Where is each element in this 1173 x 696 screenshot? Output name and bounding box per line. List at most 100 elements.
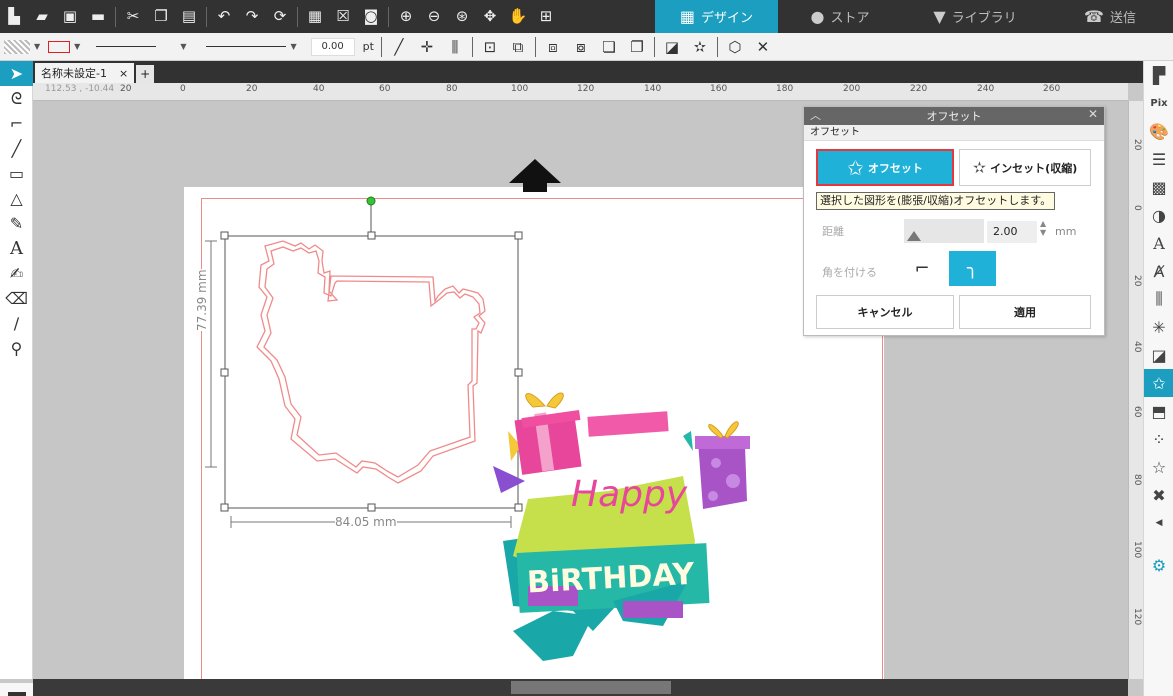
edit-points-icon[interactable]: ᘓ [0,86,33,111]
round-corner-icon[interactable]: ╮ [949,251,996,286]
deselect-icon[interactable]: ☒ [333,7,353,27]
line-tool-icon[interactable]: ╱ [0,136,33,161]
replicate-panel-icon[interactable]: ◪ [1144,341,1173,369]
knife-tool-icon[interactable]: ⌐ [0,111,33,136]
offset-star-icon[interactable]: ✫ [689,36,711,58]
draw-line-icon[interactable]: ╱ [388,36,410,58]
library-icon: ▼ [933,7,946,26]
rectangle-tool-icon[interactable]: ▭ [0,161,33,186]
panel-titlebar[interactable]: ︿ オフセット ✕ [804,107,1104,125]
zoom-in-icon[interactable]: ⊕ [396,7,416,27]
ruler-tick-label: 260 [1043,84,1061,94]
ruler-tick-label: 180 [776,84,794,94]
fit-page-icon[interactable]: ⊞ [536,7,556,27]
pan-hand-icon[interactable]: ✋ [508,7,528,27]
print-icon[interactable]: ▬ [88,7,108,27]
transform-icon[interactable]: ✳ [1144,313,1173,341]
zoom-selection-icon[interactable]: ⊛ [452,7,472,27]
paste-icon[interactable]: ▤ [179,7,199,27]
cut-icon[interactable]: ✂ [123,7,143,27]
artwork-text-happy: Happy [571,474,688,515]
bring-front-icon[interactable]: ⧈ [542,36,564,58]
open-folder-icon[interactable]: ▰ [32,7,52,27]
sharp-corner-icon[interactable]: ⌐ [907,251,937,286]
distance-stepper[interactable]: ▲ ▼ [1040,219,1046,237]
sketch-tool-icon[interactable]: ✍ [0,261,33,286]
tab-send[interactable]: ☎ 送信 [1050,0,1170,33]
cancel-button[interactable]: キャンセル [816,295,954,329]
text-tool-icon[interactable]: A [0,236,33,261]
line-width-input[interactable]: 0.00 [310,37,355,56]
close-tab-icon[interactable]: × [119,67,128,80]
text-style-icon[interactable]: A [1144,229,1173,257]
line-style-icon[interactable]: ☰ [1144,145,1173,173]
group-icon[interactable]: ⊡ [479,36,501,58]
undo-icon[interactable]: ↶ [214,7,234,27]
close-icon[interactable]: ✕ [1088,107,1098,121]
line-join-dropdown[interactable]: ▼ [206,42,297,51]
offset-panel-icon[interactable]: ✩ [1144,369,1173,397]
page-setup-icon[interactable]: ▛ [1144,61,1173,89]
horizontal-scrollbar[interactable] [33,679,1128,696]
document-tab[interactable]: 名称未設定-1 × [35,63,135,83]
palette-icon[interactable]: 🎨 [1144,117,1173,145]
chevron-down-icon: ▼ [290,42,297,51]
move-icon[interactable]: ✥ [480,7,500,27]
toolbar-divider [471,36,473,57]
save-icon[interactable]: ▣ [60,7,80,27]
send-back-icon[interactable]: ⧇ [570,36,592,58]
bring-forward-icon[interactable]: ❏ [598,36,620,58]
send-backward-icon[interactable]: ❐ [626,36,648,58]
redo-icon[interactable]: ↷ [242,7,262,27]
tab-store[interactable]: ● ストア [780,0,900,33]
redraw-icon[interactable]: ⟳ [270,7,290,27]
distance-slider[interactable] [904,219,984,243]
collapse-arrow-icon[interactable]: ◀ [1144,509,1173,537]
tab-library[interactable]: ▼ ライブラリ [905,0,1045,33]
add-tab-button[interactable]: + [136,65,155,83]
sketch-panel-icon[interactable]: ☆ [1144,453,1173,481]
pencil-tool-icon[interactable]: ✎ [0,211,33,236]
new-document-icon[interactable]: ▙ [4,7,24,27]
center-icon[interactable]: ✛ [416,36,438,58]
fill-icon[interactable]: ▩ [1144,173,1173,201]
align-icon[interactable]: ⫼ [444,36,466,58]
rhinestone-icon[interactable]: ⁘ [1144,425,1173,453]
ruler-tick-label: 0 [180,84,186,94]
select-by-color-icon[interactable]: ◙ [361,7,381,27]
knife-blade-icon[interactable]: ∕ [0,311,33,336]
eyedropper-icon[interactable]: ⚲ [0,336,33,361]
replicate-icon[interactable]: ◪ [661,36,683,58]
settings-gear-icon[interactable]: ⚙ [1144,551,1173,579]
copy-icon[interactable]: ❐ [151,7,171,27]
slider-thumb[interactable] [907,231,921,241]
select-all-icon[interactable]: ▦ [305,7,325,27]
vertical-scroll-top[interactable] [1128,61,1143,83]
modify-icon[interactable]: ✖ [1144,481,1173,509]
trace-icon[interactable]: ⬒ [1144,397,1173,425]
inset-button[interactable]: ✫ インセット(収縮) [959,149,1091,186]
text-path-icon[interactable]: Ⱥ [1144,257,1173,285]
offset-button[interactable]: ✩ オフセット [816,149,954,186]
ungroup-icon[interactable]: ⧉ [507,36,529,58]
align-panel-icon[interactable]: ⫼ [1144,285,1173,313]
eraser-tool-icon[interactable]: ⌫ [0,286,33,311]
fill-pattern-dropdown[interactable]: ▼ [4,39,40,54]
select-tool-icon[interactable]: ➤ [0,61,33,86]
apply-button[interactable]: 適用 [959,295,1091,329]
zoom-out-icon[interactable]: ⊖ [424,7,444,27]
tab-design[interactable]: ▦ デザイン [655,0,778,33]
distance-unit: mm [1055,225,1077,238]
line-style-dropdown[interactable]: ▼ [96,42,186,51]
close-x-icon[interactable]: ✕ [752,36,774,58]
pixscan-icon[interactable]: Pix [1144,89,1173,117]
line-color-dropdown[interactable]: ▼ [48,40,80,53]
scroll-thumb[interactable] [511,681,671,694]
library-panel-toggle[interactable]: ⬇ [0,683,33,696]
ruler-tick-label: 80 [446,84,458,94]
gradient-icon[interactable]: ◑ [1144,201,1173,229]
3d-box-icon[interactable]: ⬡ [724,36,746,58]
collapse-icon[interactable]: ︿ [810,107,821,123]
polygon-tool-icon[interactable]: △ [0,186,33,211]
distance-input[interactable]: 2.00 [987,221,1037,243]
